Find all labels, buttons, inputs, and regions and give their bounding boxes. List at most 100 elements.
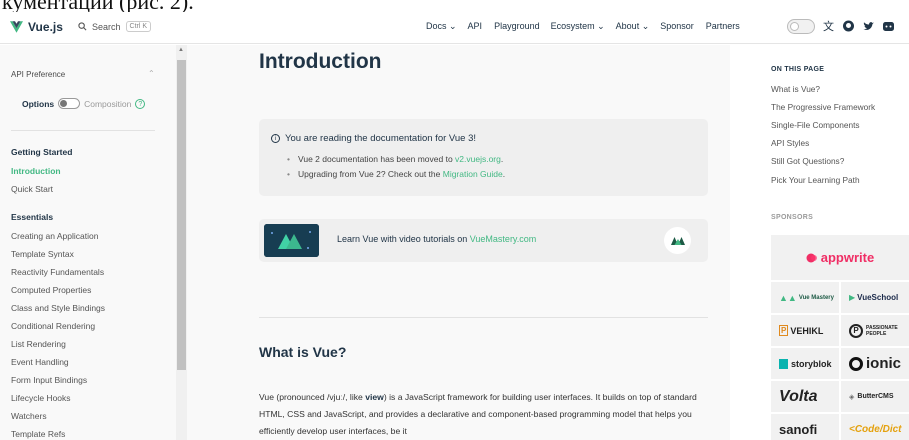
sidebar-item[interactable]: Template Syntax: [11, 249, 74, 259]
on-this-page-title: ON THIS PAGE: [771, 66, 825, 73]
banner-text: Learn Vue with video tutorials on VueMas…: [337, 234, 536, 244]
sidebar-divider: [11, 130, 155, 131]
sidebar-item[interactable]: Watchers: [11, 411, 47, 421]
sponsor-name: Volta: [779, 387, 818, 405]
migration-guide-link[interactable]: Migration Guide: [443, 169, 503, 179]
sidebar-item-introduction[interactable]: Introduction: [11, 166, 61, 176]
sponsor-buttercms[interactable]: ◈ ButterCMS: [841, 381, 909, 412]
api-style-toggle[interactable]: [58, 98, 81, 109]
sponsor-name: ButterCMS: [857, 393, 894, 400]
sponsor-name: VEHIKL: [790, 325, 824, 336]
search-icon: [78, 22, 87, 31]
section-divider: [259, 317, 708, 318]
toc-item[interactable]: API Styles: [771, 138, 809, 148]
sponsor-row: sanofi <Code/Dict: [771, 414, 909, 440]
sidebar-item[interactable]: Form Input Bindings: [11, 375, 87, 385]
sun-icon: [790, 21, 799, 31]
sponsor-codedict[interactable]: <Code/Dict: [841, 414, 909, 440]
chevron-up-icon[interactable]: ⌃: [148, 69, 155, 78]
section-heading-what-is-vue: What is Vue?: [259, 344, 347, 360]
search-shortcut-badge: Ctrl K: [125, 21, 152, 32]
help-icon[interactable]: ?: [135, 98, 146, 109]
nav-links: Docs ⌄ API Playground Ecosystem ⌄ About …: [426, 21, 740, 32]
buttercms-mark-icon: ◈: [849, 393, 855, 401]
sponsor-ionic[interactable]: ionic: [841, 348, 909, 379]
page-title: Introduction: [259, 50, 382, 73]
sponsor-row: Volta ◈ ButterCMS: [771, 381, 909, 412]
sidebar-item[interactable]: Conditional Rendering: [11, 321, 95, 331]
nav-sponsor[interactable]: Sponsor: [660, 21, 694, 32]
nav-extra-controls: 文: [787, 18, 895, 34]
tip-list: Vue 2 documentation has been moved to v2…: [287, 152, 505, 182]
vuemastery-link[interactable]: VueMastery.com: [470, 234, 537, 244]
sidebar-item[interactable]: Creating an Application: [11, 231, 98, 241]
toggle-knob: [60, 100, 68, 107]
sidebar-section-essentials: Essentials: [11, 212, 54, 222]
sponsor-name: VueSchool: [857, 293, 899, 302]
sponsor-vueschool[interactable]: ▶ VueSchool: [841, 282, 909, 313]
document-caption-fragment: кументации (рис. 2).: [0, 0, 909, 12]
sponsor-vuemastery[interactable]: ▲▲ Vue Mastery: [771, 282, 839, 313]
search-button[interactable]: Search Ctrl K: [78, 21, 152, 32]
sidebar-item[interactable]: Reactivity Fundamentals: [11, 267, 104, 277]
theme-toggle[interactable]: [787, 18, 815, 34]
vuemastery-mark-icon: ▲▲: [779, 292, 797, 303]
sidebar-item[interactable]: Lifecycle Hooks: [11, 393, 71, 403]
api-preference-label: API Preference: [11, 70, 66, 79]
caption-text: кументации (рис. 2).: [2, 0, 194, 12]
sidebar-item-quick-start[interactable]: Quick Start: [11, 184, 53, 194]
storyblok-mark-icon: [779, 358, 788, 369]
tip-text: Vue 2 documentation has been moved to: [297, 154, 456, 164]
vuemastery-banner[interactable]: Learn Vue with video tutorials on VueMas…: [259, 219, 708, 262]
vehikl-mark-icon: P: [779, 325, 789, 336]
appwrite-logo-icon: [806, 253, 817, 262]
sponsor-vehikl[interactable]: P VEHIKL: [771, 315, 839, 346]
sponsor-name: ionic: [866, 355, 902, 372]
sponsor-sanofi[interactable]: sanofi: [771, 414, 839, 440]
toc-item[interactable]: Still Got Questions?: [771, 156, 844, 166]
translate-icon[interactable]: 文: [822, 18, 835, 34]
option-composition[interactable]: Composition: [84, 99, 131, 109]
sidebar-scrollbar-thumb[interactable]: [177, 60, 186, 370]
toc-item[interactable]: Single-File Components: [771, 120, 860, 130]
nav-about[interactable]: About ⌄: [616, 21, 650, 32]
nav-docs[interactable]: Docs ⌄: [426, 21, 457, 32]
sponsor-name: PASSIONATE PEOPLE: [866, 324, 898, 337]
tip-heading-text: You are reading the documentation for Vu…: [285, 133, 477, 144]
discord-icon[interactable]: [882, 21, 895, 32]
toc-item[interactable]: Pick Your Learning Path: [771, 175, 860, 185]
toc-item[interactable]: The Progressive Framework: [771, 102, 875, 112]
nav-partners[interactable]: Partners: [706, 21, 740, 32]
sponsor-storyblok[interactable]: storyblok: [771, 348, 839, 379]
logo-text: Vue.js: [28, 20, 63, 34]
ionic-mark-icon: [849, 356, 863, 371]
site-logo[interactable]: Vue.js: [10, 20, 63, 34]
list-item: Upgrading from Vue 2? Check out the Migr…: [287, 167, 505, 182]
sidebar-item[interactable]: Template Refs: [11, 429, 65, 439]
sidebar-item[interactable]: Computed Properties: [11, 285, 91, 295]
top-navbar: Vue.js Search Ctrl K Docs ⌄ API Playgrou…: [0, 12, 909, 44]
sponsor-passionate-people[interactable]: P PASSIONATE PEOPLE: [841, 315, 909, 346]
toc-item[interactable]: What is Vue?: [771, 84, 820, 94]
banner-text-prefix: Learn Vue with video tutorials on: [337, 234, 470, 244]
option-options[interactable]: Options: [22, 99, 54, 109]
api-preference-switch: Options Composition ?: [22, 98, 146, 109]
sponsor-volta[interactable]: Volta: [771, 381, 839, 412]
twitter-icon[interactable]: [862, 21, 875, 32]
sponsor-name: Vue Mastery: [798, 294, 834, 301]
v2-docs-link[interactable]: v2.vuejs.org: [455, 154, 501, 164]
list-item: Vue 2 documentation has been moved to v2…: [287, 152, 505, 167]
nav-playground[interactable]: Playground: [494, 21, 540, 32]
nav-ecosystem[interactable]: Ecosystem ⌄: [551, 21, 605, 32]
scroll-up-arrow-icon[interactable]: ▲: [178, 47, 184, 53]
intro-paragraph: Vue (pronounced /vjuː/, like view) is a …: [259, 389, 711, 440]
nav-api[interactable]: API: [468, 21, 483, 32]
para-text: Vue (pronounced /vjuː/, like: [259, 392, 366, 402]
sidebar-item[interactable]: Event Handling: [11, 357, 69, 367]
sidebar-item[interactable]: Class and Style Bindings: [11, 303, 105, 313]
sidebar-item[interactable]: List Rendering: [11, 339, 66, 349]
github-icon[interactable]: [842, 20, 855, 32]
vuemastery-logo-icon: [664, 227, 691, 254]
tip-text: .: [502, 169, 506, 179]
sponsor-appwrite[interactable]: appwrite: [771, 235, 909, 280]
